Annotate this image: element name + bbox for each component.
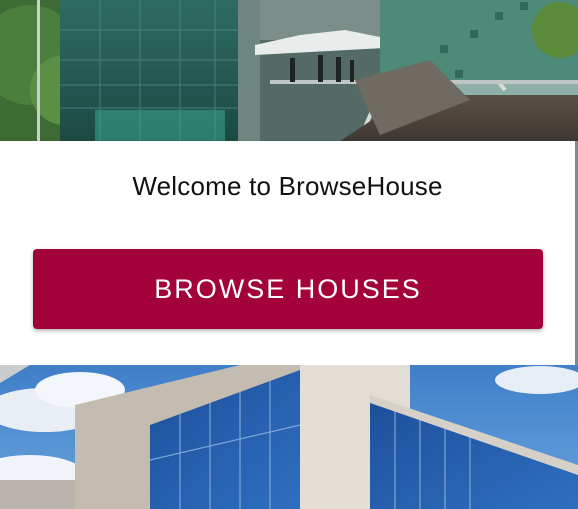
hero-image-bottom — [0, 365, 578, 509]
welcome-title: Welcome to BrowseHouse — [132, 171, 443, 201]
browse-houses-button[interactable]: BROWSE HOUSES — [33, 249, 543, 329]
welcome-card: Welcome to BrowseHouse BROWSE HOUSES — [0, 141, 575, 365]
hero-image-top — [0, 0, 578, 141]
